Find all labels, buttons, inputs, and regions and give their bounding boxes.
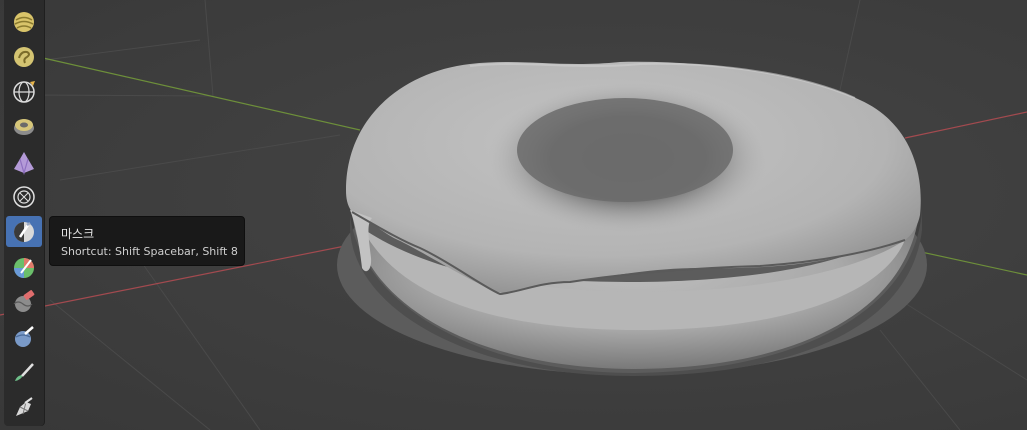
tool-button-cloth-brush[interactable]: [6, 147, 42, 178]
cloth-brush-icon: [14, 151, 34, 175]
tool-button-paint-brush[interactable]: [6, 357, 42, 388]
tool-button-multires-displacement-smear[interactable]: [6, 321, 42, 352]
tool-button-boundary-brush[interactable]: [6, 181, 42, 212]
tool-button-multires-displacement-eraser[interactable]: [6, 286, 42, 317]
multires-displacement-smear-icon: [15, 325, 34, 347]
blob-brush-icon: [14, 11, 34, 32]
tool-button-draw-face-sets[interactable]: [6, 252, 42, 283]
simplify-brush-icon: [16, 396, 33, 416]
tool-button-simplify-brush[interactable]: [6, 392, 42, 423]
draw-face-sets-icon: [14, 257, 34, 278]
snake-hook-brush-icon: [14, 46, 34, 67]
tool-tooltip: 마스크 Shortcut: Shift Spacebar, Shift 8: [49, 216, 245, 266]
tooltip-title: 마스크: [61, 227, 95, 241]
boundary-brush-icon: [13, 185, 35, 208]
sculpt-toolbar: [4, 0, 44, 426]
3d-viewport[interactable]: [0, 0, 1027, 430]
tool-button-mask-brush[interactable]: [6, 216, 42, 247]
y-axis-line: [29, 54, 361, 131]
multires-displacement-eraser-icon: [13, 289, 35, 312]
viewport-scene: [0, 0, 1027, 430]
tooltip-shortcut: Shortcut: Shift Spacebar, Shift 8: [61, 245, 238, 258]
tool-button-snake-hook-brush[interactable]: [6, 41, 42, 72]
x-axis-line-right: [904, 111, 1027, 139]
tool-button-slide-relax-brush[interactable]: [6, 111, 42, 142]
rotate-brush-icon: [13, 80, 35, 103]
paint-brush-icon: [15, 362, 34, 381]
mask-brush-icon: [14, 221, 34, 242]
tool-button-rotate-brush[interactable]: [6, 76, 42, 107]
tool-button-blob-brush[interactable]: [6, 6, 42, 37]
donut-mesh: [337, 61, 927, 376]
slide-relax-brush-icon: [14, 118, 34, 135]
